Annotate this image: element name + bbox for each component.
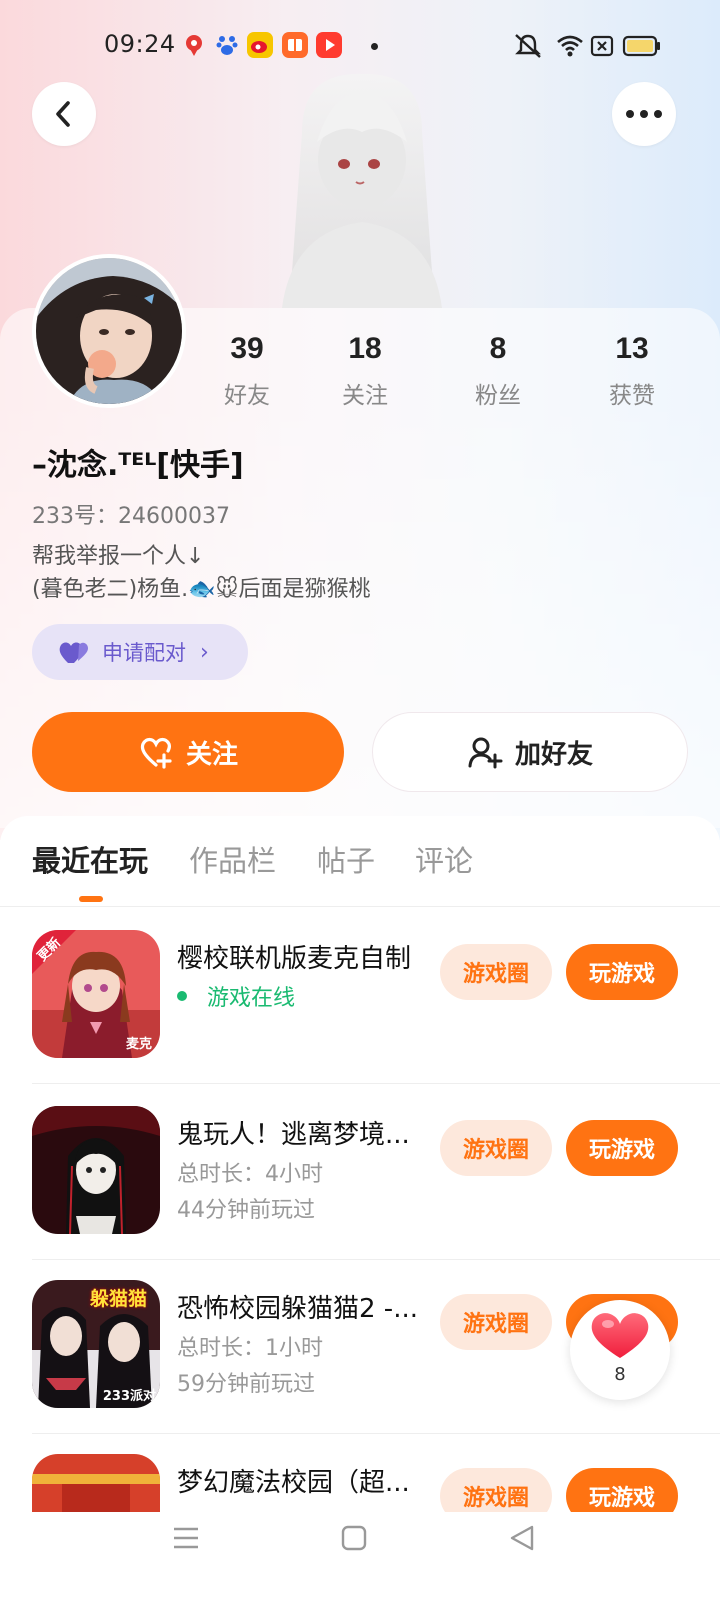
game-playtime: 总时长：4小时 bbox=[177, 1162, 323, 1187]
game-online-status: 游戏在线 bbox=[177, 980, 295, 1012]
profile-bio: 帮我举报一个人↓ (暮色老二)杨鱼.🐟🐭后面是猕猴桃 bbox=[32, 540, 371, 606]
status-bar: 09:24 bbox=[0, 24, 720, 68]
menu-icon[interactable] bbox=[172, 1524, 200, 1552]
book-app-icon bbox=[282, 32, 308, 58]
tab-comments[interactable]: 评论 bbox=[415, 838, 473, 880]
stat-value: 18 bbox=[348, 332, 382, 365]
chevron-left-icon bbox=[56, 101, 70, 127]
chevron-right-icon: › bbox=[200, 639, 209, 665]
stat-likes[interactable]: 13 获赞 bbox=[582, 332, 682, 410]
add-friend-button[interactable]: 加好友 bbox=[372, 712, 688, 792]
game-icon-corner-label: 麦克 bbox=[125, 1037, 152, 1052]
mute-icon bbox=[512, 32, 544, 60]
game-icon[interactable] bbox=[32, 1106, 160, 1234]
profile-uid[interactable]: 233号：24600037 bbox=[32, 498, 230, 530]
profile-stats: 39 好友 18 关注 8 粉丝 13 获赞 bbox=[200, 332, 700, 412]
game-title: 梦幻魔法校园（超... bbox=[177, 1468, 410, 1498]
tab-works[interactable]: 作品栏 bbox=[189, 838, 276, 880]
more-dots-icon bbox=[626, 110, 662, 118]
game-circle-button[interactable]: 游戏圈 bbox=[440, 1294, 552, 1350]
baidu-app-icon bbox=[214, 32, 240, 58]
game-icon[interactable]: 更新 麦克 bbox=[32, 930, 160, 1058]
tab-posts[interactable]: 帖子 bbox=[317, 838, 375, 880]
game-row[interactable]: 更新 麦克 樱校联机版麦克自制 游戏在线 游戏圈 玩游戏 bbox=[32, 908, 720, 1084]
stat-following[interactable]: 18 关注 bbox=[315, 332, 415, 410]
online-label: 游戏在线 bbox=[207, 986, 296, 1011]
battery-icon bbox=[622, 32, 662, 60]
play-game-button[interactable]: 玩游戏 bbox=[566, 1120, 678, 1176]
game-circle-button[interactable]: 游戏圈 bbox=[440, 944, 552, 1000]
profile-3d-avatar bbox=[262, 72, 462, 308]
tab-recent-playing[interactable]: 最近在玩 bbox=[32, 838, 148, 880]
stat-label: 获赞 bbox=[609, 383, 655, 409]
stat-value: 39 bbox=[230, 332, 264, 365]
bio-line: (暮色老二)杨鱼.🐟🐭后面是猕猴桃 bbox=[32, 577, 371, 602]
back-button[interactable] bbox=[32, 82, 96, 146]
add-user-icon bbox=[468, 737, 503, 769]
status-time: 09:24 bbox=[104, 30, 176, 58]
video-app-icon bbox=[316, 32, 342, 58]
like-count: 8 bbox=[614, 1364, 626, 1385]
profile-name: –沈念.ᵀᴱᴸ[快手] bbox=[32, 448, 244, 483]
stat-label: 粉丝 bbox=[475, 383, 521, 409]
stat-friends[interactable]: 39 好友 bbox=[197, 332, 297, 410]
game-icon-corner-label: 233派对 bbox=[102, 1389, 156, 1404]
more-button[interactable] bbox=[612, 82, 676, 146]
heart-icon bbox=[591, 1313, 649, 1358]
weibo-app-icon bbox=[247, 32, 273, 58]
add-friend-label: 加好友 bbox=[514, 739, 593, 770]
double-heart-icon bbox=[59, 642, 88, 663]
user-avatar[interactable] bbox=[32, 254, 186, 408]
stat-value: 8 bbox=[489, 332, 507, 365]
maps-app-icon bbox=[181, 32, 207, 58]
game-icon-title: 躲猫猫 bbox=[90, 1288, 148, 1310]
game-title: 樱校联机版麦克自制 bbox=[177, 944, 412, 974]
sim-icon bbox=[590, 32, 614, 60]
game-last-played: 44分钟前玩过 bbox=[177, 1198, 315, 1223]
follow-label: 关注 bbox=[185, 739, 238, 770]
stat-label: 关注 bbox=[342, 383, 388, 409]
back-nav-icon[interactable] bbox=[508, 1524, 536, 1552]
game-playtime: 总时长：1小时 bbox=[177, 1336, 323, 1361]
game-row[interactable]: 鬼玩人！逃离梦境... 总时长：4小时 44分钟前玩过 游戏圈 玩游戏 bbox=[32, 1084, 720, 1260]
home-icon[interactable] bbox=[340, 1524, 368, 1552]
stat-label: 好友 bbox=[224, 383, 270, 409]
system-nav-bar bbox=[0, 1512, 720, 1600]
game-circle-button[interactable]: 游戏圈 bbox=[440, 1120, 552, 1176]
wifi-icon bbox=[556, 32, 584, 60]
request-pair-button[interactable]: 申请配对 › bbox=[32, 624, 248, 680]
stat-fans[interactable]: 8 粉丝 bbox=[448, 332, 548, 410]
floating-like-button[interactable]: 8 bbox=[570, 1300, 670, 1400]
active-tab-indicator bbox=[79, 896, 103, 902]
pair-label: 申请配对 bbox=[102, 641, 186, 665]
content-panel: 最近在玩 作品栏 帖子 评论 更新 麦克 樱校联机版麦克自制 游戏在线 游戏圈 … bbox=[0, 816, 720, 1582]
game-icon[interactable]: 躲猫猫 233派对 bbox=[32, 1280, 160, 1408]
bio-line: 帮我举报一个人↓ bbox=[32, 544, 205, 569]
game-title: 恐怖校园躲猫猫2 -... bbox=[177, 1294, 418, 1324]
stat-value: 13 bbox=[615, 332, 649, 365]
notification-dot bbox=[371, 43, 378, 50]
game-title: 鬼玩人！逃离梦境... bbox=[177, 1120, 410, 1150]
divider bbox=[0, 906, 720, 907]
follow-button[interactable]: 关注 bbox=[32, 712, 344, 792]
game-last-played: 59分钟前玩过 bbox=[177, 1372, 315, 1397]
play-game-button[interactable]: 玩游戏 bbox=[566, 944, 678, 1000]
online-dot-icon bbox=[177, 991, 187, 1001]
heart-plus-icon bbox=[140, 737, 172, 769]
